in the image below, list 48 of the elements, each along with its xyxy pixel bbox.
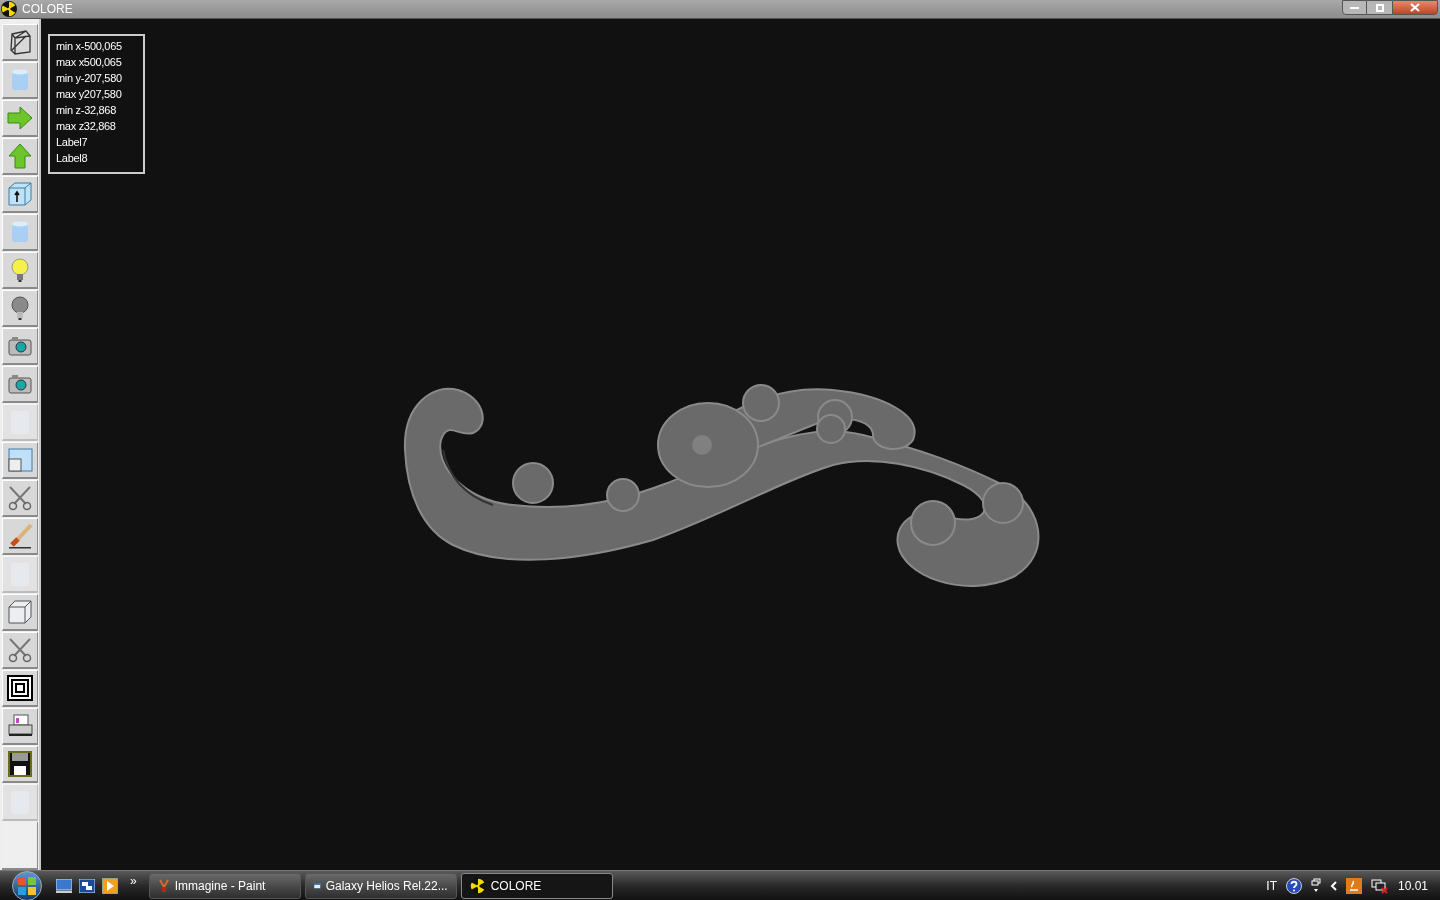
paint-icon [157, 878, 170, 893]
info-label: min z-32,868 [56, 103, 117, 118]
close-button[interactable] [1392, 0, 1438, 15]
taskbar-button[interactable]: Immagine - Paint [148, 872, 301, 899]
arrow-right-icon [6, 104, 34, 132]
chevron-left-icon[interactable] [1329, 880, 1337, 891]
desktop-icon[interactable] [56, 878, 72, 893]
close-icon [1410, 3, 1420, 12]
info-label: Label7 [56, 135, 89, 150]
floppy-disk-icon [6, 750, 34, 778]
clock[interactable]: 10.01 [1397, 876, 1428, 895]
tool-button[interactable] [2, 328, 38, 365]
tool-button[interactable] [2, 366, 38, 403]
cube-icon [6, 598, 34, 626]
overflow-chevron[interactable]: » [130, 874, 137, 887]
app-icon [1, 1, 17, 17]
info-label: Label8 [56, 151, 89, 166]
scissors-icon [6, 484, 34, 512]
media-player-icon[interactable] [102, 877, 118, 894]
taskbar-button[interactable]: Galaxy Helios Rel.22... [304, 872, 457, 899]
language-indicator[interactable]: IT [1266, 876, 1277, 895]
taskbar-button[interactable]: COLORE [460, 872, 613, 899]
scissors-icon [6, 636, 34, 664]
app-icon [469, 877, 486, 894]
info-label: max y207,580 [56, 87, 123, 102]
window-icon [6, 446, 34, 474]
windows-logo-icon [17, 875, 37, 896]
network-disconnected-icon[interactable] [1370, 877, 1389, 894]
tool-button[interactable] [2, 24, 38, 61]
info-label: min y-207,580 [56, 71, 123, 86]
switch-windows-icon[interactable] [79, 878, 95, 893]
restore-button[interactable] [1367, 0, 1392, 15]
start-button[interactable] [12, 870, 42, 900]
help-icon[interactable] [1285, 877, 1302, 894]
windows-tray-icon[interactable] [1310, 877, 1321, 894]
box-arrow-icon [6, 180, 34, 208]
info-label: min x-500,065 [56, 39, 123, 54]
window-app-icon [313, 879, 321, 892]
window-title: COLORE [22, 3, 73, 15]
info-label: max x500,065 [56, 55, 123, 70]
tool-button[interactable] [2, 708, 38, 745]
info-label: max z32,868 [56, 119, 117, 134]
arrow-up-icon [6, 142, 34, 170]
paintbrush-icon [6, 522, 34, 550]
minimize-button[interactable] [1342, 0, 1367, 15]
tool-button[interactable] [2, 746, 38, 783]
nested-squares-icon [6, 674, 34, 702]
tool-button[interactable] [2, 670, 38, 707]
